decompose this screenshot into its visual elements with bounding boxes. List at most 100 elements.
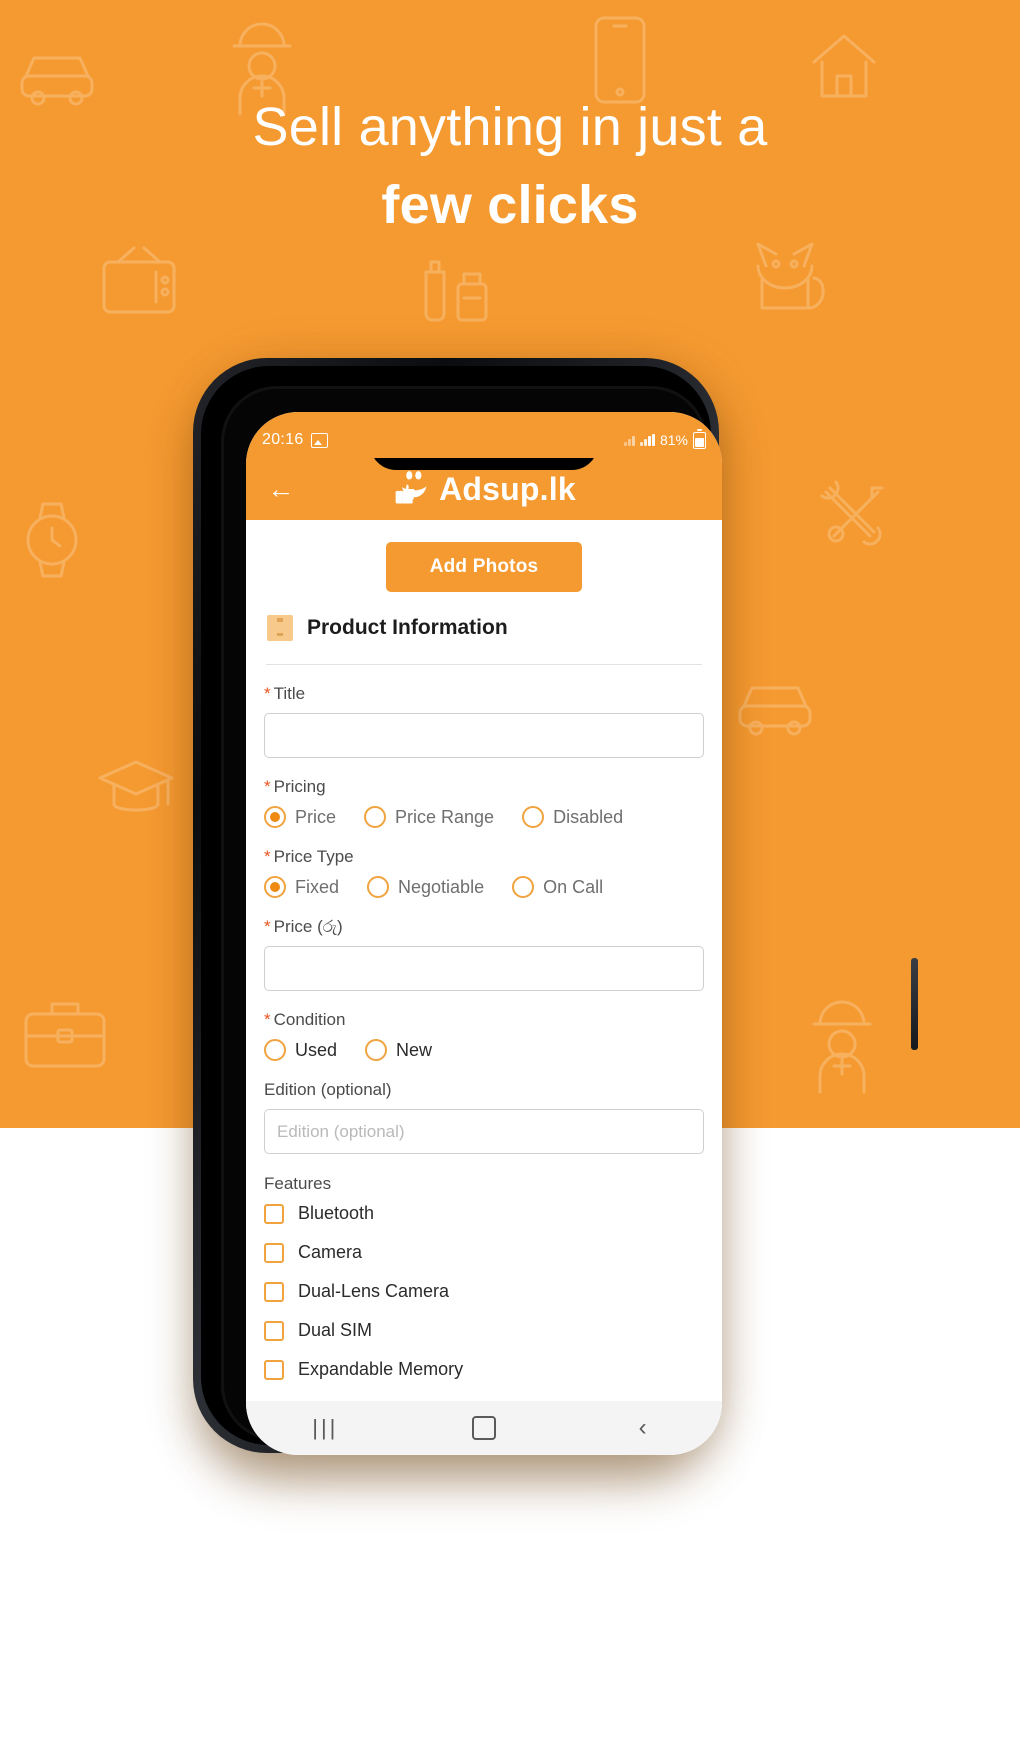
back-button[interactable]: ‹ xyxy=(608,1408,678,1448)
price-type-option-on-call[interactable]: On Call xyxy=(512,876,603,898)
signal-bars-icon-secondary xyxy=(623,434,635,446)
feature-label: Dual-Lens Camera xyxy=(298,1281,450,1301)
price-type-field-group: * Price Type Fixed Negotiable On Call xyxy=(264,828,704,898)
pricing-option-label: Price Range xyxy=(395,806,495,827)
price-type-option-label: Fixed xyxy=(295,876,340,897)
price-type-option-label: On Call xyxy=(543,876,604,897)
condition-option-label: New xyxy=(396,1039,433,1060)
feature-item-camera[interactable]: Camera xyxy=(264,1233,704,1272)
package-box-icon xyxy=(267,615,293,641)
radio-icon[interactable] xyxy=(367,876,390,898)
title-field-group: * Title xyxy=(264,665,704,758)
home-square-icon xyxy=(471,1416,496,1440)
pricing-option-label: Price xyxy=(295,806,337,827)
price-field-group: * Price (රු) xyxy=(264,898,704,991)
condition-field-group: * Condition Used New xyxy=(264,991,704,1061)
headline-line-1: Sell anything in just a xyxy=(252,97,768,157)
feature-label: Expandable Memory xyxy=(298,1359,464,1379)
feature-item-dual-sim[interactable]: Dual SIM xyxy=(264,1311,704,1350)
checkbox-icon[interactable] xyxy=(264,1359,284,1380)
edition-field-group: Edition (optional) xyxy=(264,1061,704,1154)
image-icon xyxy=(310,432,328,448)
home-button[interactable] xyxy=(449,1408,519,1448)
signal-bars-icon xyxy=(639,434,655,446)
radio-icon[interactable] xyxy=(512,876,535,898)
condition-option-used[interactable]: Used xyxy=(264,1039,337,1061)
promo-headline: Sell anything in just a few clicks xyxy=(0,88,1020,245)
checkbox-icon[interactable] xyxy=(264,1203,284,1224)
feature-label: Bluetooth xyxy=(298,1203,375,1223)
back-arrow-icon[interactable]: ← xyxy=(264,472,298,506)
phone-bezel: 20:16 81% ← Adsup.lk Add Photos Product … xyxy=(221,386,722,1455)
price-field-label: * Price (රු) xyxy=(264,917,704,937)
pricing-field-group: * Pricing Price Price Range Disabled xyxy=(264,758,704,828)
radio-icon[interactable] xyxy=(264,1039,286,1061)
feature-label: Dual SIM xyxy=(298,1320,373,1340)
price-type-label-text: Price Type xyxy=(273,847,354,866)
title-field-label: * Title xyxy=(264,684,704,704)
pricing-label: * Pricing xyxy=(264,777,704,797)
price-label-text: Price (රු) xyxy=(273,917,343,936)
feature-item-expandable-memory[interactable]: Expandable Memory xyxy=(264,1350,704,1389)
product-information-header: Product Information xyxy=(264,600,704,642)
checkbox-icon[interactable] xyxy=(264,1320,284,1341)
radio-icon-selected[interactable] xyxy=(264,876,286,898)
price-type-label: * Price Type xyxy=(264,847,704,867)
required-asterisk: * xyxy=(264,1010,271,1029)
phone-mockup: 20:16 81% ← Adsup.lk Add Photos Product … xyxy=(193,358,918,1455)
edition-field-label: Edition (optional) xyxy=(264,1080,392,1099)
condition-label-text: Condition xyxy=(273,1010,346,1029)
android-navigation-bar: ||| ‹ xyxy=(246,1401,722,1455)
required-asterisk: * xyxy=(264,917,271,936)
condition-radio-group: Used New xyxy=(264,1039,704,1061)
condition-option-label: Used xyxy=(295,1039,338,1060)
app-title: Adsup.lk xyxy=(439,470,576,507)
add-photos-button[interactable]: Add Photos xyxy=(385,542,583,592)
required-asterisk: * xyxy=(264,847,271,866)
battery-percent-label: 81% xyxy=(659,432,688,448)
pricing-option-price-range[interactable]: Price Range xyxy=(364,806,494,828)
phone-inner-frame: 20:16 81% ← Adsup.lk Add Photos Product … xyxy=(201,366,722,1455)
pricing-option-price[interactable]: Price xyxy=(264,806,336,828)
add-photos-row: Add Photos xyxy=(264,520,704,600)
price-type-option-negotiable[interactable]: Negotiable xyxy=(367,876,484,898)
price-input[interactable] xyxy=(264,946,704,991)
feature-item-dual-lens-camera[interactable]: Dual-Lens Camera xyxy=(264,1272,704,1311)
pricing-option-label: Disabled xyxy=(553,806,624,827)
feature-label: Camera xyxy=(298,1242,363,1262)
headline-line-2: few clicks xyxy=(381,175,639,236)
checkbox-icon[interactable] xyxy=(264,1242,284,1263)
phone-screen: 20:16 81% ← Adsup.lk Add Photos Product … xyxy=(246,412,722,1455)
battery-icon xyxy=(693,429,706,449)
condition-label: * Condition xyxy=(264,1010,704,1030)
condition-option-new[interactable]: New xyxy=(365,1039,432,1061)
features-label: Features xyxy=(264,1174,332,1193)
radio-icon-selected[interactable] xyxy=(264,806,286,828)
section-title: Product Information xyxy=(307,616,508,639)
radio-icon[interactable] xyxy=(364,806,387,828)
checkbox-icon[interactable] xyxy=(264,1281,284,1302)
power-button[interactable] xyxy=(911,958,918,1050)
status-bar: 20:16 81% xyxy=(246,412,722,458)
features-checkbox-list: Bluetooth Camera Dual-Lens Camera Dual S… xyxy=(264,1194,704,1389)
pricing-label-text: Pricing xyxy=(273,777,326,796)
price-type-option-fixed[interactable]: Fixed xyxy=(264,876,339,898)
pricing-option-disabled[interactable]: Disabled xyxy=(522,806,623,828)
title-label-text: Title xyxy=(273,684,306,703)
title-input[interactable] xyxy=(264,713,704,758)
price-type-radio-group: Fixed Negotiable On Call xyxy=(264,876,704,898)
pricing-radio-group: Price Price Range Disabled xyxy=(264,806,704,828)
feature-item-bluetooth[interactable]: Bluetooth xyxy=(264,1194,704,1233)
radio-icon[interactable] xyxy=(522,806,545,828)
required-asterisk: * xyxy=(264,684,271,703)
recents-button[interactable]: ||| xyxy=(290,1408,360,1448)
status-bar-right: 81% xyxy=(623,422,706,449)
status-bar-left: 20:16 xyxy=(262,421,328,449)
required-asterisk: * xyxy=(264,777,271,796)
edition-input[interactable] xyxy=(264,1109,704,1154)
form-scroll-area[interactable]: Add Photos Product Information * Title *… xyxy=(246,520,722,1400)
radio-icon[interactable] xyxy=(365,1039,388,1061)
status-bar-clock: 20:16 xyxy=(262,431,304,448)
adsup-smiley-thumbsup-logo-icon xyxy=(395,471,427,504)
price-type-option-label: Negotiable xyxy=(398,876,485,897)
